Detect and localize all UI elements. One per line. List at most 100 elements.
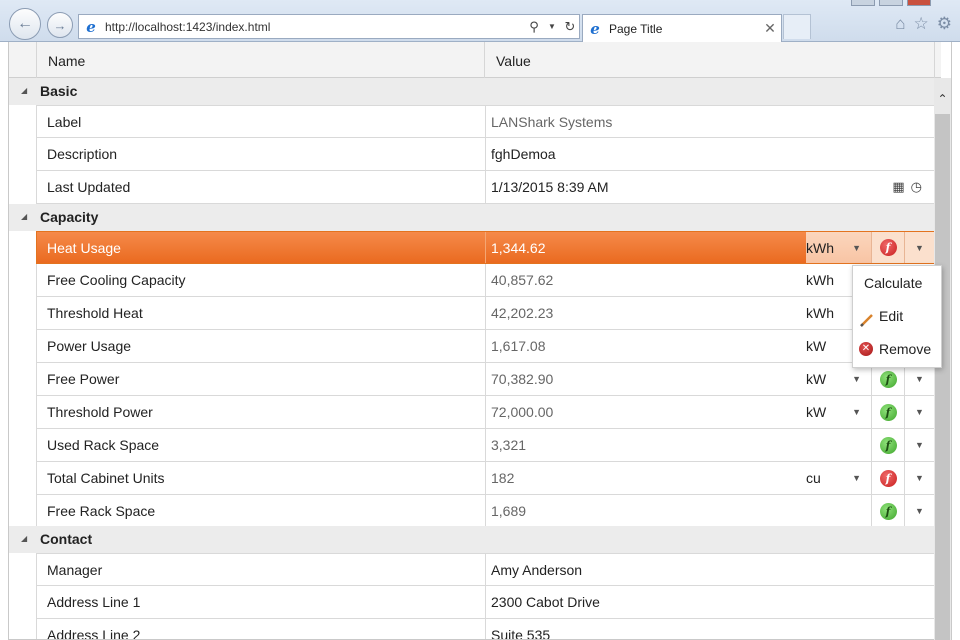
property-row-free-rack-space[interactable]: Free Rack Space 1,689 f ▼	[36, 495, 935, 528]
browser-tab[interactable]: e Page Title ✕	[582, 14, 782, 42]
unit-value: kW	[806, 404, 827, 420]
chevron-down-icon: ▼	[915, 242, 924, 253]
property-name: Threshold Power	[37, 396, 486, 428]
scroll-up-icon[interactable]: ⌃	[934, 92, 951, 106]
back-arrow-icon: ←	[17, 15, 33, 32]
property-name: Last Updated	[37, 171, 486, 203]
row-menu-button[interactable]: ▼	[904, 396, 934, 428]
property-value[interactable]: fghDemoa	[491, 138, 556, 170]
row-menu-button[interactable]: ▼	[904, 429, 934, 461]
address-url[interactable]: http://localhost:1423/index.html	[105, 20, 525, 34]
property-row-threshold-heat[interactable]: Threshold Heat 42,202.23 kWh▼	[36, 297, 935, 330]
formula-cell[interactable]: f	[871, 462, 904, 494]
remove-icon: ✕	[859, 342, 873, 356]
menu-item-calculate[interactable]: Calculate	[853, 269, 941, 297]
property-value[interactable]: 1/13/2015 8:39 AM	[491, 171, 609, 203]
forward-button[interactable]: →	[47, 12, 73, 38]
favorites-star-icon[interactable]: ☆	[914, 14, 929, 34]
clock-icon[interactable]: ◷	[911, 171, 922, 203]
back-button[interactable]: ←	[9, 8, 41, 40]
unit-select[interactable]: kW ▼	[806, 396, 871, 428]
tab-ie-icon: e	[590, 19, 600, 38]
property-grid: Name Value ◢ Basic Label LANShark System…	[8, 42, 952, 640]
property-row-heat-usage[interactable]: Heat Usage 1,344.62 kWh ▼ f ▼	[36, 231, 935, 264]
property-value: 70,382.90	[491, 371, 554, 387]
chevron-down-icon: ▼	[915, 473, 924, 483]
formula-icon[interactable]: f	[879, 469, 897, 487]
minimize-button[interactable]	[851, 0, 875, 6]
dropdown-icon[interactable]: ▼	[543, 22, 561, 31]
chevron-down-icon: ▼	[915, 506, 924, 516]
group-label: Basic	[40, 83, 78, 99]
property-name: Total Cabinet Units	[37, 462, 486, 494]
formula-cell[interactable]: f	[871, 396, 904, 428]
property-row-label[interactable]: Label LANShark Systems	[36, 105, 935, 138]
property-name: Threshold Heat	[37, 297, 486, 329]
formula-cell[interactable]: f	[871, 495, 904, 527]
row-menu-button[interactable]: ▼	[904, 462, 934, 494]
property-value[interactable]: Suite 535	[491, 619, 550, 639]
scroll-thumb[interactable]	[935, 114, 950, 640]
group-contact[interactable]: ◢ Contact	[9, 526, 935, 553]
row-menu-button[interactable]: ▼	[904, 495, 934, 527]
value-column-header[interactable]: Value	[485, 42, 935, 78]
new-tab-button[interactable]	[783, 14, 811, 39]
refresh-icon[interactable]: ↻	[561, 19, 579, 35]
address-bar[interactable]: e http://localhost:1423/index.html ⚲ ▼ ↻	[78, 14, 580, 39]
search-icon[interactable]: ⚲	[525, 19, 543, 35]
property-value[interactable]: 2300 Cabot Drive	[491, 586, 600, 618]
formula-icon[interactable]: f	[879, 436, 897, 454]
menu-item-edit[interactable]: Edit	[853, 302, 941, 330]
property-row-address-line-2[interactable]: Address Line 2 Suite 535	[36, 619, 935, 639]
property-name: Manager	[37, 554, 486, 585]
property-row-free-power[interactable]: Free Power 70,382.90 kW ▼ f ▼	[36, 363, 935, 396]
property-row-threshold-power[interactable]: Threshold Power 72,000.00 kW ▼ f ▼	[36, 396, 935, 429]
menu-item-remove[interactable]: ✕ Remove	[853, 335, 941, 363]
grid-header: Name Value	[9, 42, 941, 78]
property-name: Address Line 2	[37, 619, 486, 639]
collapse-arrow-icon[interactable]: ◢	[21, 212, 27, 221]
window-close-button[interactable]	[907, 0, 931, 6]
property-value[interactable]: Amy Anderson	[491, 554, 582, 585]
unit-select[interactable]: kWh ▼	[806, 232, 871, 263]
chevron-down-icon: ▼	[915, 374, 924, 384]
formula-icon[interactable]: f	[879, 370, 897, 388]
collapse-arrow-icon[interactable]: ◢	[21, 86, 27, 95]
property-row-used-rack-space[interactable]: Used Rack Space 3,321 f ▼	[36, 429, 935, 462]
property-value: 1,689	[491, 503, 527, 519]
calendar-icon[interactable]: ▦	[892, 171, 904, 203]
formula-icon[interactable]: f	[879, 502, 897, 520]
property-row-total-cabinet-units[interactable]: Total Cabinet Units 182 cu ▼ f ▼	[36, 462, 935, 495]
formula-icon[interactable]: f	[879, 403, 897, 421]
property-row-manager[interactable]: Manager Amy Anderson	[36, 553, 935, 586]
property-name: Used Rack Space	[37, 429, 486, 461]
group-label: Contact	[40, 531, 93, 547]
group-basic[interactable]: ◢ Basic	[9, 78, 935, 105]
property-row-address-line-1[interactable]: Address Line 1 2300 Cabot Drive	[36, 586, 935, 619]
collapse-arrow-icon[interactable]: ◢	[21, 534, 27, 543]
name-column-header[interactable]: Name	[36, 42, 485, 78]
ie-logo-icon: e	[86, 17, 96, 36]
property-value: LANShark Systems	[491, 114, 613, 130]
property-value: 40,857.62	[491, 272, 554, 288]
group-label: Capacity	[40, 209, 99, 225]
group-capacity[interactable]: ◢ Capacity	[9, 204, 935, 231]
property-row-last-updated[interactable]: Last Updated 1/13/2015 8:39 AM ▦ ◷	[36, 171, 935, 204]
property-value: 182	[491, 470, 515, 486]
unit-select[interactable]: cu ▼	[806, 462, 871, 494]
formula-icon[interactable]: f	[879, 239, 897, 256]
property-value: 1,344.62	[491, 240, 546, 256]
property-row-description[interactable]: Description fghDemoa	[36, 138, 935, 171]
maximize-button[interactable]	[879, 0, 903, 6]
row-menu-button[interactable]: ▼	[904, 232, 934, 263]
formula-cell[interactable]: f	[871, 429, 904, 461]
tab-close-icon[interactable]: ✕	[759, 20, 781, 37]
property-row-free-cooling-capacity[interactable]: Free Cooling Capacity 40,857.62 kWh▼	[36, 264, 935, 297]
property-row-power-usage[interactable]: Power Usage 1,617.08 kW▼	[36, 330, 935, 363]
settings-gear-icon[interactable]: ⚙	[937, 14, 952, 34]
property-value: 3,321	[491, 437, 527, 453]
property-value: 72,000.00	[491, 404, 554, 420]
formula-cell[interactable]: f	[871, 232, 904, 263]
home-icon[interactable]: ⌂	[895, 14, 905, 34]
property-name: Free Rack Space	[37, 495, 486, 527]
